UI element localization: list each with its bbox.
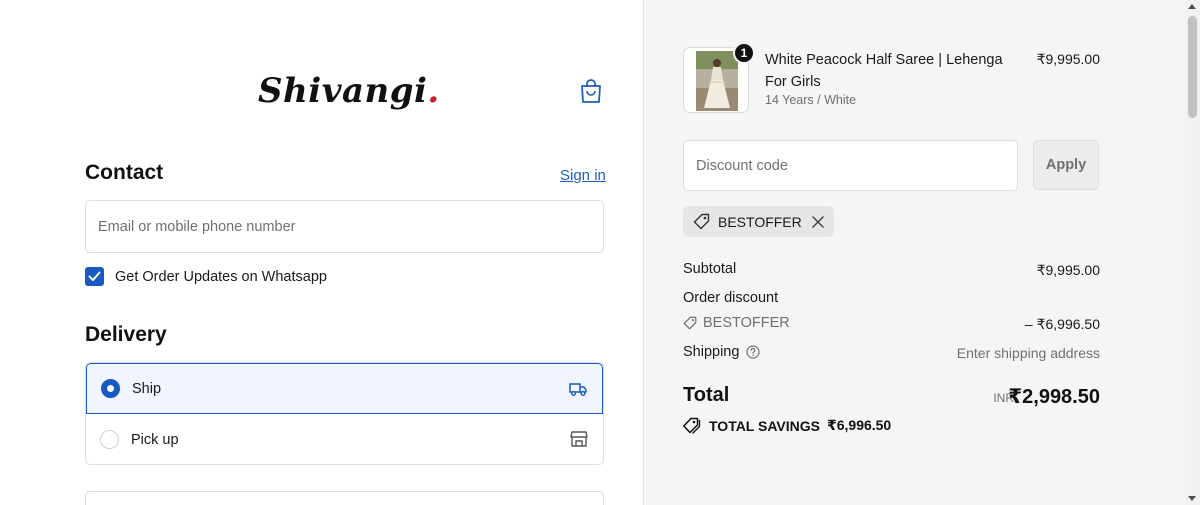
discount-code-row: BESTOFFER (683, 315, 790, 331)
shipping-label: Shipping (683, 344, 740, 360)
checkout-form-panel: Shivangi. Contact Sign in Email or mobil… (0, 0, 643, 505)
applied-discount-chip: BESTOFFER (683, 206, 834, 237)
product-variant: 14 Years / White (765, 93, 857, 107)
help-circle-icon[interactable] (746, 345, 761, 359)
product-name: White Peacock Half Saree | Lehenga For G… (765, 52, 1003, 90)
applied-code: BESTOFFER (718, 213, 802, 230)
discount-placeholder: Discount code (696, 157, 788, 174)
shipping-value: Enter shipping address (956, 345, 1100, 361)
whatsapp-updates-row[interactable]: Get Order Updates on Whatsapp (85, 267, 327, 286)
savings-value: ₹6,996.50 (826, 417, 892, 433)
delivery-option-ship[interactable]: Ship (86, 363, 603, 414)
order-discount-label: Order discount (683, 290, 779, 306)
ship-label: Ship (132, 380, 162, 397)
subtotal-value: ₹9,995.00 (1036, 262, 1100, 278)
delivery-method-group: Ship Pick up (85, 362, 604, 465)
page-scrollbar[interactable] (1185, 0, 1200, 505)
shipping-row: Shipping (683, 344, 761, 360)
discount-value: – ₹6,996.50 (1024, 316, 1100, 332)
contact-heading: Contact (85, 161, 164, 184)
discount-code-label: BESTOFFER (703, 315, 790, 331)
scroll-thumb[interactable] (1188, 16, 1197, 118)
delivery-option-pickup[interactable]: Pick up (86, 414, 603, 464)
discount-code-field[interactable]: Discount code (683, 140, 1018, 191)
apply-discount-button[interactable]: Apply (1033, 140, 1099, 190)
delivery-heading: Delivery (85, 323, 167, 346)
checkmark-icon (88, 271, 101, 281)
remove-discount-icon[interactable] (812, 215, 824, 228)
total-savings: TOTAL SAVINGS ₹6,996.50 (683, 417, 891, 434)
subtotal-label: Subtotal (683, 261, 737, 277)
whatsapp-label: Get Order Updates on Whatsapp (115, 268, 327, 285)
total-value: ₹2,998.50 (1008, 386, 1100, 408)
pickup-radio[interactable] (100, 430, 119, 449)
total-label: Total (683, 384, 730, 406)
shopping-bag-icon[interactable] (579, 78, 603, 104)
tag-icon (693, 213, 710, 230)
email-placeholder: Email or mobile phone number (98, 218, 296, 235)
country-region-field[interactable] (85, 491, 604, 505)
scroll-down-arrow[interactable] (1188, 496, 1196, 501)
product-price: ₹9,995.00 (1036, 51, 1100, 67)
email-field[interactable]: Email or mobile phone number (85, 200, 604, 253)
whatsapp-checkbox[interactable] (85, 267, 104, 286)
scroll-up-arrow[interactable] (1188, 4, 1196, 9)
truck-icon (569, 383, 587, 396)
savings-tag-icon (683, 417, 701, 434)
quantity-badge: 1 (733, 42, 755, 64)
ship-radio[interactable] (101, 379, 120, 398)
pickup-label: Pick up (131, 431, 179, 448)
savings-label: TOTAL SAVINGS (709, 417, 820, 434)
store-icon (570, 431, 588, 447)
brand-wordmark: Shivangi. (258, 71, 440, 111)
brand-logo[interactable]: Shivangi. (254, 66, 440, 116)
small-tag-icon (683, 316, 697, 330)
sign-in-link[interactable]: Sign in (560, 167, 606, 184)
